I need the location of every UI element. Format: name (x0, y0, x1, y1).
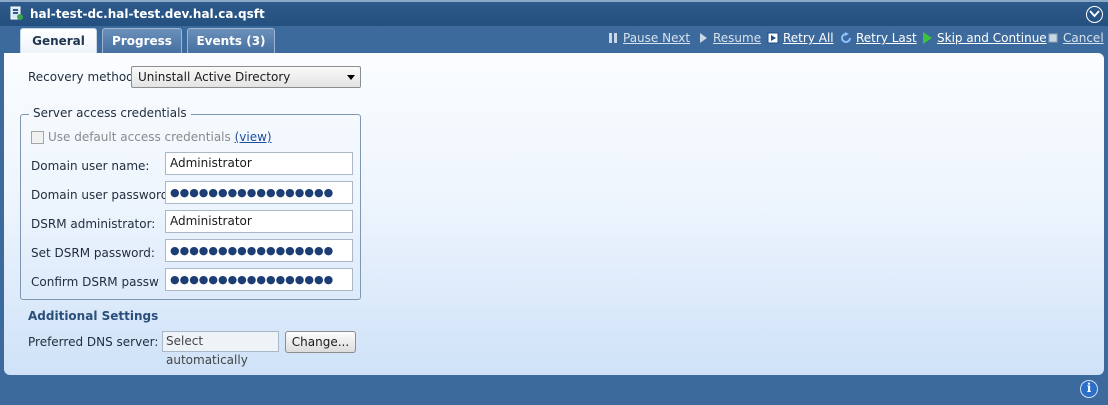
set-dsrm-password-input[interactable]: ●●●●●●●●●●●●●●●●● (165, 239, 353, 262)
cancel-icon (1047, 32, 1059, 44)
domain-user-name-input[interactable]: Administrator (165, 152, 353, 175)
use-default-credentials-text: Use default access credentials (view) (48, 130, 272, 144)
skip-and-continue-label: Skip and Continue (937, 31, 1047, 45)
server-access-credentials-group: Server access credentials Use default ac… (20, 106, 361, 300)
additional-settings-title: Additional Settings (28, 309, 159, 323)
recovery-method-value: Uninstall Active Directory (138, 70, 291, 84)
general-panel: Recovery method: Uninstall Active Direct… (4, 53, 1104, 375)
preferred-dns-value: Select automatically (162, 331, 279, 367)
change-dns-button[interactable]: Change... (285, 331, 356, 353)
refresh-icon (840, 32, 852, 44)
window-title: hal-test-dc.hal-test.dev.hal.ca.qsft (30, 7, 265, 21)
credentials-legend: Server access credentials (29, 106, 191, 120)
recovery-method-select[interactable]: Uninstall Active Directory (131, 66, 361, 88)
collapse-button[interactable] (1086, 6, 1103, 23)
tab-general[interactable]: General (20, 28, 97, 54)
tab-progress[interactable]: Progress (102, 28, 182, 53)
domain-user-password-label: Domain user password: (31, 188, 173, 202)
green-play-icon (921, 32, 933, 44)
set-dsrm-password-label: Set DSRM password: (31, 246, 155, 260)
retry-all-icon (767, 32, 779, 44)
action-toolbar: Pause Next Resume Retry All Retry Last S… (607, 30, 1104, 48)
retry-last-label: Retry Last (856, 31, 917, 45)
info-icon[interactable]: i (1080, 380, 1098, 398)
domain-user-password-input[interactable]: ●●●●●●●●●●●●●●●●● (165, 181, 353, 204)
recovery-method-label: Recovery method: (28, 70, 138, 84)
tab-events[interactable]: Events (3) (187, 28, 275, 53)
preferred-dns-label: Preferred DNS server: (28, 335, 159, 349)
dropdown-arrow-icon (347, 75, 355, 80)
dsrm-administrator-label: DSRM administrator: (31, 217, 156, 231)
resume-label: Resume (713, 31, 762, 45)
domain-user-name-label: Domain user name: (31, 159, 150, 173)
play-icon (697, 32, 709, 44)
pause-next-label: Pause Next (623, 31, 691, 45)
confirm-dsrm-password-label: Confirm DSRM passwor (31, 275, 159, 289)
dsrm-administrator-input[interactable]: Administrator (165, 210, 353, 233)
chevron-down-icon (1089, 10, 1100, 18)
title-bar: hal-test-dc.hal-test.dev.hal.ca.qsft (0, 0, 1108, 26)
view-link[interactable]: (view) (235, 130, 272, 144)
pause-icon (607, 32, 619, 44)
server-icon (9, 6, 23, 21)
retry-all-label: Retry All (783, 31, 834, 45)
confirm-dsrm-password-input[interactable]: ●●●●●●●●●●●●●●●●● (165, 268, 353, 291)
use-default-credentials-checkbox[interactable] (31, 131, 44, 144)
cancel-label: Cancel (1063, 31, 1104, 45)
use-default-credentials-label: Use default access credentials (48, 130, 231, 144)
